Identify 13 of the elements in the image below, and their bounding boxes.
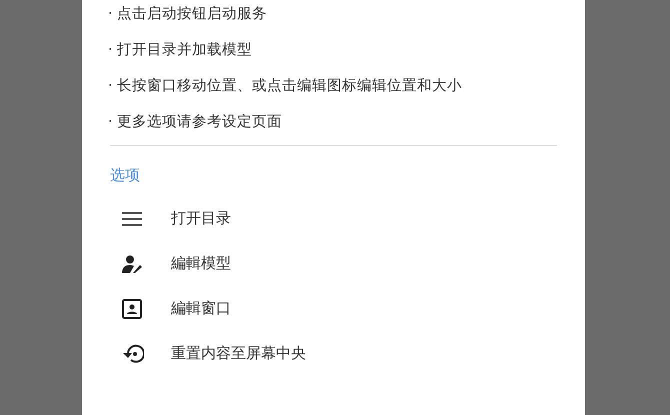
- menu-icon: [122, 212, 142, 226]
- menu-item[interactable]: 重置内容至屏幕中央: [108, 331, 557, 376]
- person-edit-icon: [122, 254, 142, 272]
- section-title: 选项: [110, 166, 141, 186]
- tip-text: · 打开目录并加载模型: [108, 41, 254, 60]
- tip-text: · 长按窗口移动位置、或点击编辑图标编辑位置和大小: [108, 76, 464, 96]
- portrait-icon: [122, 298, 142, 318]
- reset-icon: [122, 344, 144, 364]
- menu-item[interactable]: 打开目录: [108, 196, 557, 241]
- menu-item[interactable]: 編輯窗口: [108, 286, 557, 331]
- tip-text: · 点击启动按钮启动服务: [108, 4, 268, 24]
- tip-text: · 更多选项请参考设定页面: [108, 112, 284, 132]
- menu-item[interactable]: 編輯模型: [108, 241, 557, 286]
